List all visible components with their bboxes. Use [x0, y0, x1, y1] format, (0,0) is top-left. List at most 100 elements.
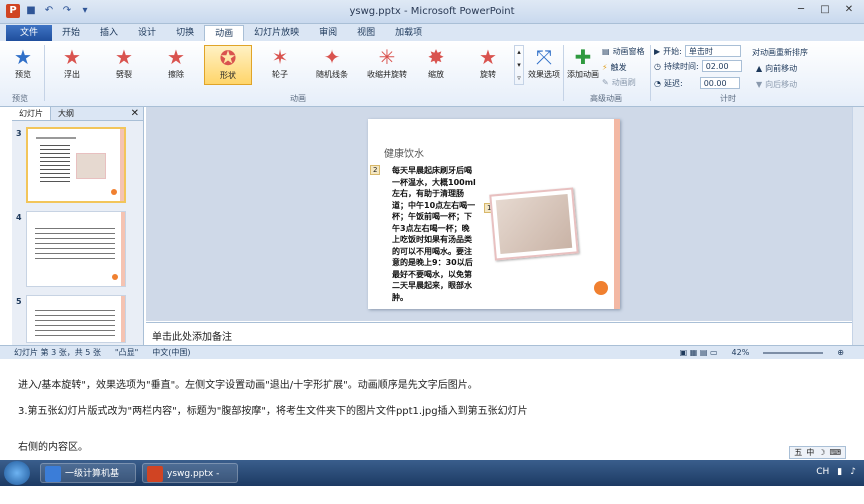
- status-bar: 幻灯片 第 3 张，共 5 张 "凸显" 中文(中国) ▣ ▦ ▤ ▭ 42% …: [0, 345, 864, 359]
- slide-thumbnail-5[interactable]: [26, 295, 126, 343]
- clock-icon: ◷: [654, 61, 661, 71]
- tab-slides[interactable]: 幻灯片: [12, 107, 51, 120]
- start-select[interactable]: 单击时: [684, 45, 741, 57]
- ime-toolbar[interactable]: 五 中 ☽ ⌨: [789, 446, 846, 459]
- float-in-star-icon: ★: [63, 45, 81, 69]
- taskbar-item-2[interactable]: yswg.pptx - Mic...: [142, 463, 238, 499]
- move-earlier-button[interactable]: ▲ 向前移动: [756, 63, 797, 74]
- delay-row: ◔ 延迟: 00.00: [654, 77, 740, 89]
- language-tray-icon[interactable]: CH: [816, 467, 829, 477]
- maximize-icon[interactable]: □: [814, 2, 836, 18]
- move-later-button[interactable]: ▼ 向后移动: [756, 79, 797, 90]
- vertical-scrollbar[interactable]: [852, 107, 864, 345]
- taskbar-item-1[interactable]: 一级计算机基础...: [40, 463, 136, 499]
- duration-row: ◷ 持续时间: 02.00: [654, 60, 742, 72]
- separator: [563, 45, 564, 101]
- zoom-star-icon: ✸: [427, 45, 445, 69]
- ribbon-tabs: 文件 开始 插入 设计 切换 动画 幻灯片放映 审阅 视图 加载项: [0, 24, 864, 41]
- add-animation-icon: ✚: [574, 45, 592, 69]
- preview-star-icon: ★: [14, 45, 32, 69]
- taskbar: 一级计算机基础... yswg.pptx - Mic... CH ▮ ♪: [0, 460, 864, 499]
- woman-drinking-image: [495, 193, 573, 255]
- tab-design[interactable]: 设计: [128, 25, 166, 41]
- slide-thumbnail-3[interactable]: [26, 127, 126, 203]
- tab-view[interactable]: 视图: [347, 25, 385, 41]
- tab-home[interactable]: 开始: [52, 25, 90, 41]
- preview-button[interactable]: ★ 预览: [4, 45, 42, 85]
- theme-name: "凸显": [114, 348, 139, 357]
- instruction-line-3: 右侧的内容区。: [18, 442, 88, 453]
- trigger-button[interactable]: ⚡ 触发: [602, 62, 627, 73]
- system-tray: CH ▮ ♪: [816, 467, 856, 477]
- powerpoint-icon: [147, 466, 163, 482]
- ime-icon[interactable]: 五: [794, 447, 802, 458]
- close-icon[interactable]: ✕: [838, 2, 860, 18]
- animation-pane-icon: ▤: [602, 47, 610, 56]
- instruction-line-1: 进入/基本旋转"，效果选项为"垂直"。左侧文字设置动画"退出/十字形扩展"。动画…: [18, 380, 478, 391]
- view-buttons[interactable]: ▣ ▦ ▤ ▭: [680, 348, 718, 357]
- gallery-scroll[interactable]: ▴ ▾ ▿: [514, 45, 524, 85]
- document-area: 进入/基本旋转"，效果选项为"垂直"。左侧文字设置动画"退出/十字形扩展"。动画…: [0, 360, 864, 460]
- add-animation-button[interactable]: ✚ 添加动画: [566, 45, 600, 85]
- anim-swivel[interactable]: ★ 旋转: [464, 45, 512, 85]
- split-star-icon: ★: [115, 45, 133, 69]
- anim-zoom[interactable]: ✸ 缩放: [412, 45, 460, 85]
- anim-wipe[interactable]: ★ 擦除: [152, 45, 200, 85]
- duration-input[interactable]: 02.00: [701, 60, 742, 72]
- slide-number: 3: [16, 129, 22, 138]
- tab-animations[interactable]: 动画: [204, 25, 245, 41]
- zoom-level[interactable]: 42%: [732, 348, 750, 357]
- advanced-group-label: 高级动画: [590, 94, 622, 103]
- timing-group-label: 计时: [720, 94, 736, 103]
- swivel-star-icon: ★: [479, 45, 497, 69]
- slide-body-text[interactable]: 每天早晨起床刷牙后喝一杯温水，大概100ml左右，有助于清理肠道；中午10点左右…: [392, 165, 476, 303]
- reorder-label: 对动画重新排序: [752, 48, 808, 57]
- slide-title[interactable]: 健康饮水: [384, 145, 424, 160]
- start-button-icon[interactable]: [4, 461, 30, 485]
- fit-slide-icon[interactable]: ⊕: [837, 348, 844, 357]
- zoom-slider[interactable]: [763, 351, 824, 354]
- painter-icon: ✎: [602, 78, 609, 87]
- tab-outline[interactable]: 大纲: [51, 107, 81, 120]
- slide-thumbnail-4[interactable]: [26, 211, 126, 287]
- effect-options-button[interactable]: ⤧ 效果选项: [526, 45, 562, 85]
- animation-tag[interactable]: 2: [370, 165, 381, 175]
- animation-pane-button[interactable]: ▤ 动画窗格: [602, 46, 645, 57]
- close-icon[interactable]: ✕: [131, 108, 139, 119]
- random-bars-star-icon: ✦: [323, 45, 341, 69]
- notes-pane[interactable]: 单击此处添加备注: [146, 322, 852, 345]
- window-title: yswg.pptx - Microsoft PowerPoint: [349, 6, 515, 17]
- window-controls: ─ □ ✕: [790, 2, 860, 18]
- ime-moon-icon[interactable]: ☽: [818, 448, 825, 457]
- ime-mode-icon[interactable]: 中: [806, 447, 814, 458]
- slide-canvas: 健康饮水 2 每天早晨起床刷牙后喝一杯温水，大概100ml左右，有助于清理肠道；…: [146, 107, 852, 321]
- tab-transitions[interactable]: 切换: [166, 25, 204, 41]
- tab-slideshow[interactable]: 幻灯片放映: [244, 25, 309, 41]
- separator: [44, 45, 45, 101]
- anim-shape[interactable]: ✪ 形状: [204, 45, 252, 85]
- current-slide[interactable]: 健康饮水 2 每天早晨起床刷牙后喝一杯温水，大概100ml左右，有助于清理肠道；…: [368, 119, 620, 309]
- language-indicator[interactable]: 中文(中国): [152, 347, 190, 358]
- tab-file[interactable]: 文件: [6, 25, 53, 41]
- anim-random-bars[interactable]: ✦ 随机线条: [308, 45, 356, 85]
- anim-grow-turn[interactable]: ✳ 收缩并旋转: [360, 45, 414, 85]
- slide-info: 幻灯片 第 3 张，共 5 张: [14, 348, 101, 357]
- anim-split[interactable]: ★ 劈裂: [100, 45, 148, 85]
- network-icon[interactable]: ▮: [837, 467, 842, 477]
- tab-review[interactable]: 审阅: [309, 25, 347, 41]
- tab-insert[interactable]: 插入: [90, 25, 128, 41]
- anim-float-in[interactable]: ★ 浮出: [48, 45, 96, 85]
- tab-addins[interactable]: 加载项: [385, 25, 432, 41]
- down-arrow-icon: ▼: [756, 80, 763, 89]
- delay-icon: ◔: [654, 78, 661, 88]
- panel-tabs: 幻灯片 大纲: [12, 107, 143, 121]
- effect-options-icon: ⤧: [536, 45, 552, 69]
- slide-picture[interactable]: [489, 187, 579, 261]
- delay-input[interactable]: 00.00: [699, 77, 740, 89]
- anim-wheel[interactable]: ✶ 轮子: [256, 45, 304, 85]
- trigger-icon: ⚡: [602, 63, 608, 72]
- ime-keyboard-icon[interactable]: ⌨: [829, 448, 841, 457]
- minimize-icon[interactable]: ─: [790, 2, 812, 18]
- animation-painter-button[interactable]: ✎ 动画刷: [602, 77, 636, 88]
- volume-icon[interactable]: ♪: [850, 467, 856, 477]
